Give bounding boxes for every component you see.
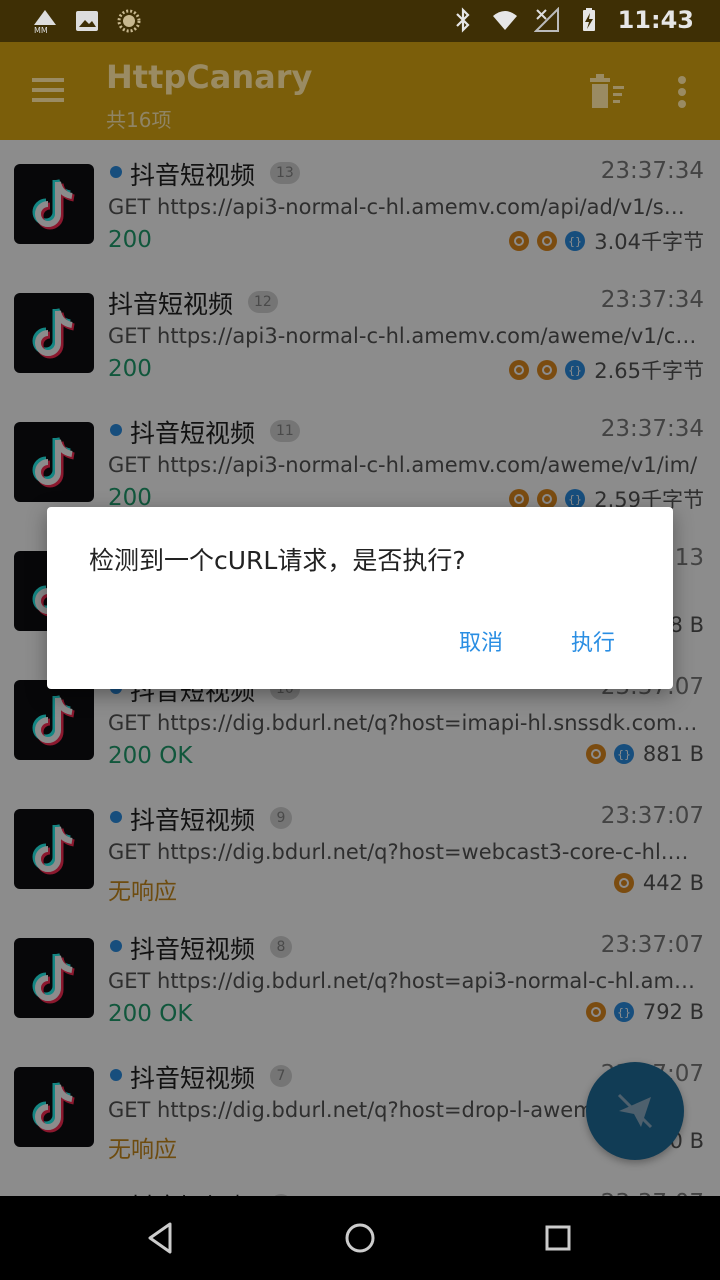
recents-icon[interactable] <box>540 1220 576 1256</box>
menu-icon[interactable] <box>30 72 66 108</box>
svg-text:MM: MM <box>34 26 48 34</box>
app-bar: HttpCanary 共16项 <box>0 42 720 140</box>
cancel-button[interactable]: 取消 <box>459 625 503 657</box>
mm-icon: MM <box>34 10 56 34</box>
execute-button[interactable]: 执行 <box>571 625 615 657</box>
clock: 11:43 <box>617 6 694 34</box>
navigation-bar <box>0 1196 720 1280</box>
more-vert-icon[interactable] <box>670 72 694 112</box>
app-title: HttpCanary <box>106 58 313 96</box>
item-count: 共16项 <box>106 108 172 132</box>
no-signal-icon <box>533 7 559 32</box>
bluetooth-icon <box>455 7 470 33</box>
battery-charging-icon <box>582 8 595 31</box>
back-icon[interactable] <box>142 1220 178 1256</box>
dialog-message: 检测到一个cURL请求，是否执行? <box>89 546 466 575</box>
wifi-icon <box>492 11 517 30</box>
circle-gear-icon <box>117 9 141 33</box>
home-icon[interactable] <box>342 1220 378 1256</box>
curl-dialog: 检测到一个cURL请求，是否执行? 取消 执行 <box>47 507 673 689</box>
status-bar: MM 11:43 <box>0 0 720 42</box>
clear-icon[interactable] <box>586 72 626 112</box>
image-icon <box>76 11 98 31</box>
